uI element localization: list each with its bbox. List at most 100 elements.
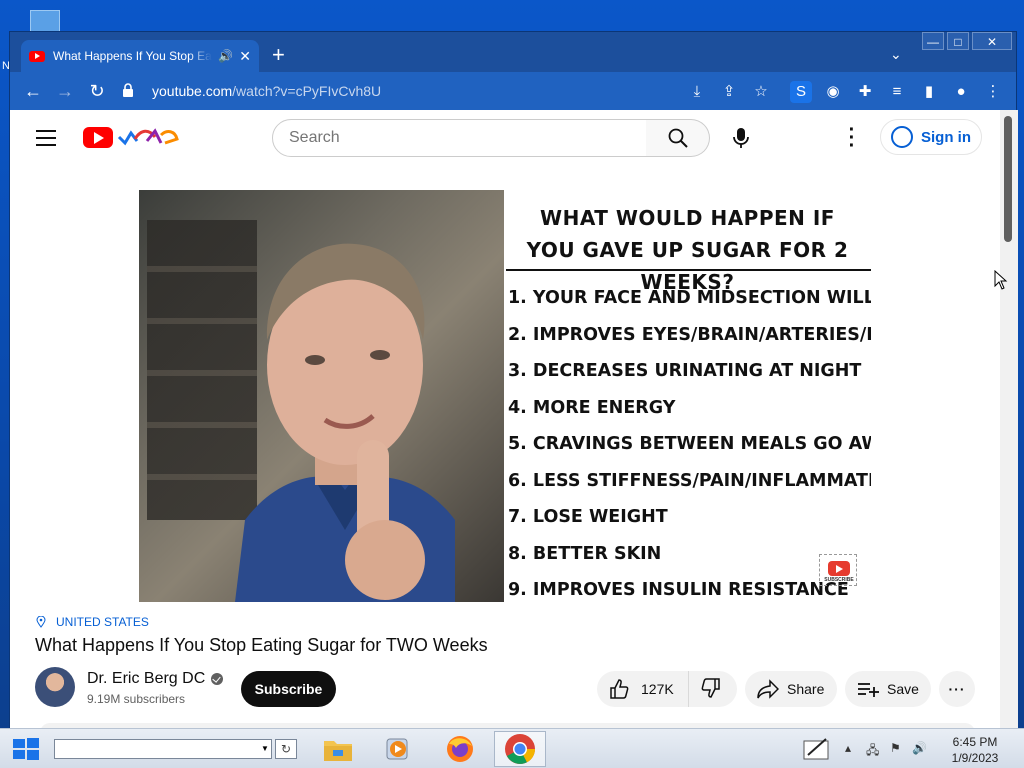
like-dislike-group: 127K <box>597 671 737 707</box>
browser-menu-icon[interactable]: ⋮ <box>982 81 1004 103</box>
thumbnail-list: 1. YOUR FACE AND MIDSECTION WILL CHANGE … <box>508 280 871 602</box>
youtube-logo[interactable] <box>83 127 113 148</box>
chrome-icon[interactable] <box>494 731 546 767</box>
list-item: 1. YOUR FACE AND MIDSECTION WILL CHANGE <box>508 288 871 308</box>
url-path: /watch?v=cPyFIvCvh8U <box>232 83 382 99</box>
list-item: 7. LOSE WEIGHT <box>508 507 668 527</box>
save-label: Save <box>887 681 919 697</box>
tab-close-icon[interactable]: ✕ <box>239 48 251 65</box>
extensions-puzzle-icon[interactable]: ✚ <box>854 81 876 103</box>
profile-avatar-icon[interactable]: ● <box>950 81 972 103</box>
dislike-button[interactable] <box>689 677 733 701</box>
start-windows-icon[interactable] <box>12 737 40 761</box>
search-icon <box>668 128 688 148</box>
system-clock[interactable]: 6:45 PM 1/9/2023 <box>940 734 1010 766</box>
mouse-cursor-icon <box>994 270 1008 290</box>
verified-check-icon <box>211 673 224 685</box>
location-label: UNITED STATES <box>56 615 149 629</box>
share-page-icon[interactable]: ⇪ <box>718 81 740 103</box>
tab-strip: What Happens If You Stop Eating Sugar fo… <box>10 32 1016 72</box>
account-icon <box>891 126 913 148</box>
action-center-flag-icon[interactable]: ⚑ <box>890 741 901 755</box>
location-link[interactable]: UNITED STATES <box>36 615 149 629</box>
address-bar[interactable]: youtube.com/watch?v=cPyFIvCvh8U <box>122 76 692 106</box>
network-icon[interactable]: 🖧 <box>866 741 879 762</box>
hamburger-menu-icon[interactable] <box>36 130 56 146</box>
tab-title: What Happens If You Stop Eating Sugar fo… <box>53 49 212 63</box>
minimize-button[interactable]: — <box>922 32 944 50</box>
share-arrow-icon <box>757 679 779 699</box>
youtube-favicon-icon <box>29 50 45 62</box>
watermark-label: SUBSCRIBE <box>824 577 854 583</box>
install-app-icon[interactable]: ⤓ <box>686 81 708 103</box>
clock-time: 6:45 PM <box>952 735 998 749</box>
more-actions-button[interactable]: ··· <box>939 671 975 707</box>
forward-arrow-icon[interactable]: → <box>54 81 76 103</box>
url-domain: youtube.com <box>152 83 233 99</box>
thumbnail-heading-line1: WHAT WOULD HAPPEN IF <box>540 206 835 230</box>
taskbar-address-input[interactable] <box>54 739 272 759</box>
share-button[interactable]: Share <box>745 671 837 707</box>
video-player[interactable]: WHAT WOULD HAPPEN IF YOU GAVE UP SUGAR F… <box>139 190 871 602</box>
thumbs-down-icon <box>701 677 720 698</box>
taskbar-dropdown-icon[interactable]: ▼ <box>258 739 272 759</box>
location-pin-icon <box>36 616 46 628</box>
microphone-icon <box>733 128 749 148</box>
thumbs-up-icon <box>610 679 629 699</box>
side-panel-icon[interactable]: ▮ <box>918 81 940 103</box>
subscribe-button[interactable]: Subscribe <box>241 671 336 707</box>
like-button[interactable]: 127K <box>597 671 689 707</box>
video-title: What Happens If You Stop Eating Sugar fo… <box>35 635 488 655</box>
list-item: 2. IMPROVES EYES/BRAIN/ARTERIES/KIDNEYS <box>508 324 871 345</box>
search-button[interactable] <box>646 119 710 157</box>
list-item: 4. MORE ENERGY <box>508 397 676 418</box>
clock-date: 1/9/2023 <box>951 751 999 765</box>
volume-icon[interactable]: 🔊 <box>912 741 927 755</box>
back-arrow-icon[interactable]: ← <box>22 81 44 103</box>
bookmark-star-icon[interactable]: ☆ <box>750 81 772 103</box>
list-item: 9. IMPROVES INSULIN RESISTANCE <box>508 580 849 600</box>
save-button[interactable]: Save <box>845 671 931 707</box>
share-label: Share <box>787 681 825 697</box>
taskbar: ▼ ↻ ▴ 🖧 ⚑ 🔊 6:45 PM 1/9/2023 <box>0 728 1024 768</box>
voice-search-button[interactable] <box>722 119 760 157</box>
tab-search-chevron-icon[interactable]: ⌄ <box>890 46 902 63</box>
taskbar-refresh-button[interactable]: ↻ <box>275 739 297 759</box>
tray-expand-icon[interactable]: ▴ <box>845 741 851 755</box>
scrollbar-thumb[interactable] <box>1004 116 1012 242</box>
list-item: 5. CRAVINGS BETWEEN MEALS GO AWAY <box>508 434 871 454</box>
file-explorer-icon[interactable] <box>312 731 364 767</box>
audio-playing-icon[interactable]: 🔊 <box>218 49 233 63</box>
playlist-add-icon <box>858 683 879 697</box>
sign-in-button[interactable]: Sign in <box>880 119 982 155</box>
subscriber-count: 9.19M subscribers <box>87 692 186 706</box>
close-window-button[interactable]: ✕ <box>972 32 1012 50</box>
like-count: 127K <box>641 681 674 697</box>
pen-tablet-icon[interactable] <box>802 735 832 764</box>
media-control-icon[interactable]: ≡ <box>886 81 908 103</box>
reload-icon[interactable]: ↻ <box>86 81 108 103</box>
channel-name-link[interactable]: Dr. Eric Berg DC <box>87 670 224 688</box>
list-item: 8. BETTER SKIN <box>508 543 662 564</box>
maximize-button[interactable]: □ <box>947 32 969 50</box>
youtube-doodle-logo[interactable] <box>117 125 179 149</box>
extension-s-icon[interactable]: S <box>790 81 812 103</box>
channel-avatar[interactable] <box>35 667 75 707</box>
channel-name: Dr. Eric Berg DC <box>87 670 206 687</box>
media-player-icon[interactable] <box>372 731 424 767</box>
page-scrollbar[interactable] <box>1000 110 1018 729</box>
video-presenter-frame <box>139 190 504 602</box>
sign-in-label: Sign in <box>921 128 971 146</box>
desktop-folder-icon[interactable] <box>30 10 60 32</box>
new-tab-button[interactable]: + <box>272 44 285 66</box>
firefox-icon[interactable] <box>434 731 486 767</box>
search-input[interactable]: Search <box>272 119 647 157</box>
browser-toolbar: ← → ↻ youtube.com/watch?v=cPyFIvCvh8U ⤓ … <box>10 72 1016 110</box>
presenter-image <box>235 243 455 602</box>
extension-shield-icon[interactable]: ◉ <box>822 81 844 103</box>
youtube-masthead: Search · · · Sign in <box>10 110 1000 166</box>
subscribe-watermark-icon[interactable]: SUBSCRIBE <box>819 554 857 586</box>
browser-tab[interactable]: What Happens If You Stop Eating Sugar fo… <box>21 40 259 72</box>
settings-kebab-icon[interactable]: · · · <box>846 120 858 156</box>
video-text-panel: WHAT WOULD HAPPEN IF YOU GAVE UP SUGAR F… <box>504 190 871 602</box>
